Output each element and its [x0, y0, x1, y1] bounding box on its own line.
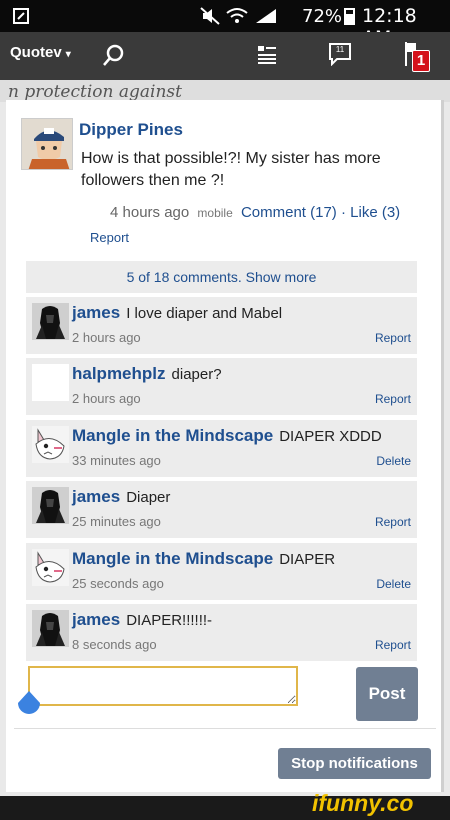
post-report-link[interactable]: Report [90, 230, 129, 245]
wifi-icon [226, 8, 248, 23]
app-bar: Quotev ▾ 11 1 [0, 32, 450, 80]
mangle-avatar-icon [32, 426, 69, 463]
like-link[interactable]: Like (3) [350, 204, 400, 221]
comment-text: Diaper [126, 489, 171, 506]
comment-row: Mangle in the Mindscape DIAPER XDDD 33 min… [26, 420, 417, 477]
dipper-avatar-icon [22, 119, 72, 169]
comment-author[interactable]: halpmehplz [72, 364, 166, 383]
comment-time: 2 hours ago [72, 391, 141, 406]
post-author[interactable]: Dipper Pines [79, 120, 183, 140]
avatar[interactable] [32, 364, 69, 401]
comment-line: Mangle in the Mindscape DIAPER [72, 549, 335, 569]
search-icon[interactable] [102, 43, 126, 67]
mangle-avatar-icon [32, 549, 69, 586]
comment-author[interactable]: james [72, 303, 120, 322]
comment-time: 25 seconds ago [72, 576, 164, 591]
battery-icon [344, 8, 355, 25]
james-avatar-icon [32, 303, 69, 340]
avatar[interactable] [32, 549, 69, 586]
avatar[interactable] [21, 118, 73, 170]
comment-author[interactable]: james [72, 610, 120, 629]
comment-row: james Diaper 25 minutes ago Report [26, 481, 417, 538]
meta-separator: · [340, 204, 346, 221]
watermark-logo: ifunny.co [312, 790, 414, 816]
post-time: 4 hours ago [110, 204, 190, 221]
comment-time: 33 minutes ago [72, 453, 161, 468]
messages-button[interactable]: 11 [328, 42, 352, 67]
comment-text: DIAPER [279, 551, 336, 568]
show-more-comments[interactable]: 5 of 18 comments. Show more [26, 261, 417, 293]
comment-author[interactable]: Mangle in the Mindscape [72, 426, 273, 445]
battery-percent: 72% [302, 6, 343, 27]
avatar[interactable] [32, 487, 69, 524]
brand-label: Quotev [10, 44, 62, 61]
comment-row: james DIAPER!!!!!!- 8 seconds ago Report [26, 604, 417, 661]
comment-row: halpmehplz diaper? 2 hours ago Report [26, 358, 417, 415]
comment-action-link[interactable]: Report [375, 638, 411, 652]
comment-line: james DIAPER!!!!!!- [72, 610, 212, 630]
text-cursor-handle-icon[interactable] [16, 690, 42, 716]
brand-menu[interactable]: Quotev ▾ [10, 44, 71, 61]
mute-icon [200, 7, 220, 25]
notification-badge: 1 [412, 50, 430, 72]
post-button[interactable]: Post [356, 667, 418, 721]
chevron-down-icon: ▾ [65, 49, 71, 60]
comment-input[interactable] [28, 666, 298, 706]
status-bar: 72% 12:18 AM [0, 0, 450, 49]
comment-text: DIAPER!!!!!!- [126, 612, 213, 629]
background-text: n protection against [8, 82, 182, 102]
messages-count: 11 [335, 45, 345, 54]
comment-text: DIAPER XDDD [279, 428, 382, 445]
post-source: mobile [197, 206, 233, 220]
comment-line: james I love diaper and Mabel [72, 303, 282, 323]
avatar[interactable] [32, 426, 69, 463]
comment-time: 2 hours ago [72, 330, 141, 345]
comment-line: james Diaper [72, 487, 170, 507]
comment-time: 25 minutes ago [72, 514, 161, 529]
post-meta: 4 hours ago mobile Comment (17) · Like (… [110, 204, 400, 221]
post-text: How is that possible!?! My sister has mo… [81, 150, 381, 189]
comment-row: james I love diaper and Mabel 2 hours ago R… [26, 297, 417, 354]
feed-icon[interactable] [256, 44, 278, 66]
divider [14, 728, 436, 729]
background-strip: n protection against [0, 80, 450, 102]
comment-line: Mangle in the Mindscape DIAPER XDDD [72, 426, 382, 446]
comment-action-link[interactable]: Report [375, 331, 411, 345]
stop-notifications-button[interactable]: Stop notifications [278, 748, 431, 779]
comment-text: diaper? [171, 366, 222, 383]
comment-action-link[interactable]: Delete [376, 454, 411, 468]
signal-icon [256, 9, 276, 23]
post-card: Dipper Pines How is that possible!?! My … [6, 100, 444, 792]
notifications-button[interactable]: 1 [404, 40, 430, 72]
status-icons [200, 7, 278, 25]
avatar[interactable] [32, 610, 69, 647]
comment-row: Mangle in the Mindscape DIAPER 25 seconds … [26, 543, 417, 600]
avatar[interactable] [32, 303, 69, 340]
screenshot-icon [13, 8, 29, 24]
comment-link[interactable]: Comment (17) [241, 204, 337, 221]
comment-line: halpmehplz diaper? [72, 364, 222, 384]
comment-text: I love diaper and Mabel [126, 305, 283, 322]
comment-author[interactable]: Mangle in the Mindscape [72, 549, 273, 568]
comment-time: 8 seconds ago [72, 637, 157, 652]
comment-author[interactable]: james [72, 487, 120, 506]
comment-action-link[interactable]: Report [375, 515, 411, 529]
comment-action-link[interactable]: Delete [376, 577, 411, 591]
comment-action-link[interactable]: Report [375, 392, 411, 406]
james-avatar-icon [32, 610, 69, 647]
james-avatar-icon [32, 487, 69, 524]
